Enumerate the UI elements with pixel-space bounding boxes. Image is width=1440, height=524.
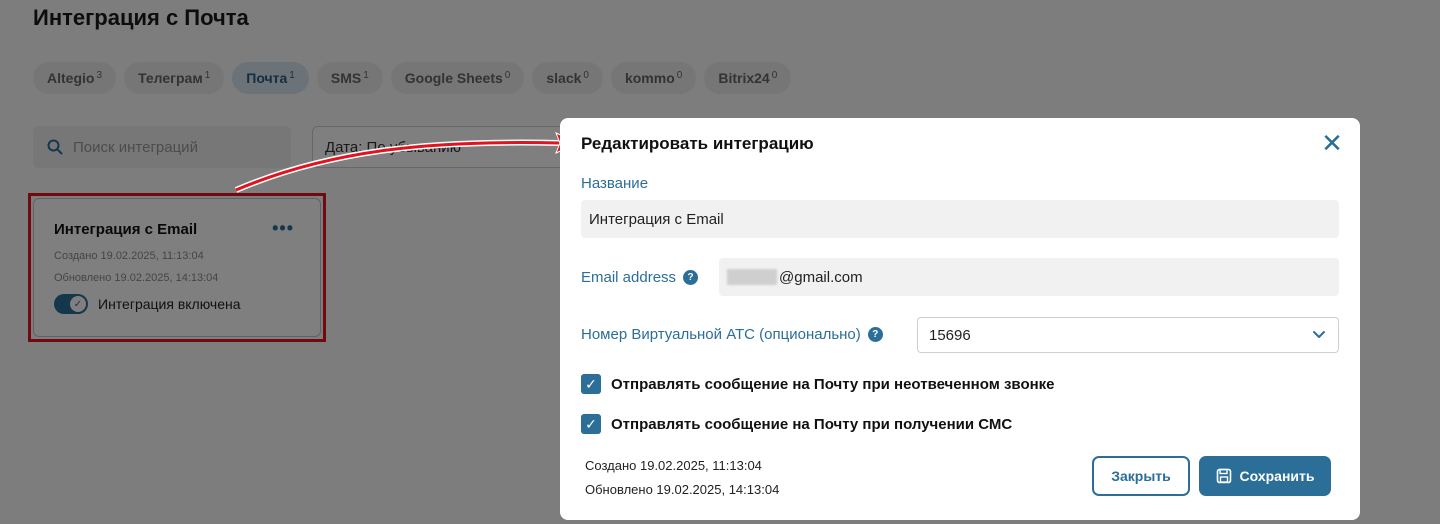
name-label: Название bbox=[581, 175, 648, 192]
sms-label: Отправлять сообщение на Почту при получе… bbox=[611, 415, 1013, 433]
email-field[interactable]: @gmail.com bbox=[719, 258, 1339, 296]
name-field[interactable]: Интеграция с Email bbox=[581, 200, 1339, 238]
floppy-disk-icon bbox=[1216, 468, 1231, 484]
close-button[interactable]: Закрыть bbox=[1092, 456, 1190, 496]
close-icon[interactable]: ✕ bbox=[1320, 130, 1344, 156]
atc-value: 15696 bbox=[929, 326, 971, 344]
edit-integration-modal: Редактировать интеграцию ✕ Название Инте… bbox=[560, 118, 1360, 520]
chevron-down-icon bbox=[1313, 331, 1325, 338]
modal-created: Создано 19.02.2025, 11:13:04 bbox=[585, 458, 762, 473]
atc-label-text: Номер Виртуальной АТС (опционально) bbox=[581, 326, 861, 343]
atc-label: Номер Виртуальной АТС (опционально) ? bbox=[581, 326, 883, 343]
modal-title: Редактировать интеграцию bbox=[581, 134, 814, 153]
name-value: Интеграция с Email bbox=[589, 210, 724, 228]
missed-call-checkbox[interactable]: ✓ bbox=[581, 374, 601, 394]
redacted-text bbox=[727, 269, 777, 285]
email-value: @gmail.com bbox=[779, 268, 863, 286]
check-row-missed-call: ✓ Отправлять сообщение на Почту при неот… bbox=[581, 374, 1055, 394]
check-row-sms: ✓ Отправлять сообщение на Почту при полу… bbox=[581, 414, 1012, 434]
email-label: Email address ? bbox=[581, 269, 699, 286]
modal-updated: Обновлено 19.02.2025, 14:13:04 bbox=[585, 482, 780, 497]
email-label-text: Email address bbox=[581, 269, 677, 286]
save-button[interactable]: Сохранить bbox=[1199, 456, 1331, 496]
name-label-text: Название bbox=[581, 175, 649, 192]
help-icon[interactable]: ? bbox=[683, 270, 699, 285]
help-icon[interactable]: ? bbox=[867, 327, 883, 342]
atc-select[interactable]: 15696 bbox=[917, 317, 1339, 353]
missed-call-label: Отправлять сообщение на Почту при неотве… bbox=[611, 375, 1055, 393]
save-label: Сохранить bbox=[1239, 468, 1315, 484]
sms-checkbox[interactable]: ✓ bbox=[581, 414, 601, 434]
